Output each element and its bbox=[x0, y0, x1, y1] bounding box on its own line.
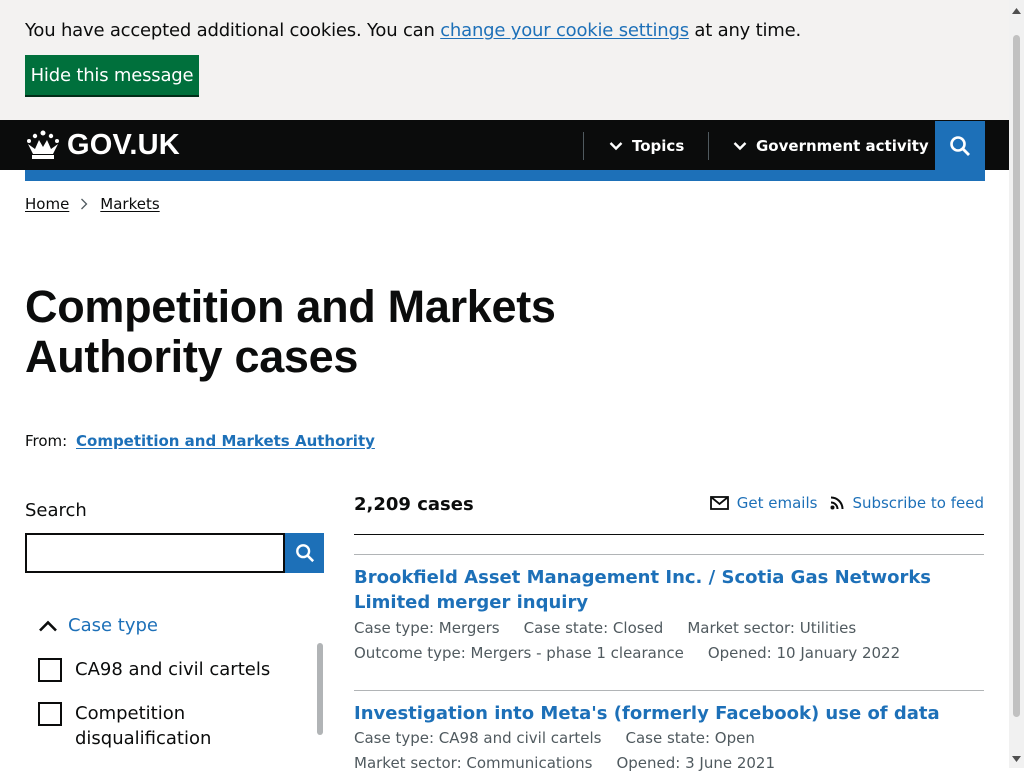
crown-icon bbox=[27, 130, 59, 159]
meta-case-type: Case type: Mergers bbox=[354, 619, 500, 637]
topics-menu-label: Topics bbox=[632, 137, 685, 155]
search-input[interactable] bbox=[25, 533, 285, 573]
breadcrumb-markets-link[interactable]: Markets bbox=[100, 195, 159, 213]
nav-divider bbox=[708, 132, 709, 160]
breadcrumb: Home Markets bbox=[25, 195, 160, 213]
cookie-message-text-end: at any time. bbox=[688, 20, 802, 41]
organisation-link[interactable]: Competition and Markets Authority bbox=[76, 432, 375, 450]
cookie-message-text: You have accepted additional cookies. Yo… bbox=[25, 20, 441, 41]
scroll-down-arrow-icon[interactable] bbox=[1011, 753, 1022, 764]
cookie-message: You have accepted additional cookies. Yo… bbox=[25, 20, 801, 41]
government-activity-menu-button[interactable]: Government activity bbox=[733, 132, 929, 160]
cookie-banner: You have accepted additional cookies. Yo… bbox=[0, 0, 1009, 120]
site-header: GOV.UK Topics Government activity bbox=[0, 120, 1009, 170]
result-item: Brookfield Asset Management Inc. / Scoti… bbox=[354, 565, 984, 666]
case-type-facet-title: Case type bbox=[68, 615, 158, 636]
cookie-settings-link[interactable]: change your cookie settings bbox=[440, 20, 689, 41]
result-actions: Get emails Subscribe to feed bbox=[709, 494, 984, 512]
result-divider bbox=[354, 690, 984, 691]
from-label: From: bbox=[25, 432, 68, 450]
meta-opened: Opened: 3 June 2021 bbox=[616, 754, 776, 772]
meta-market-sector: Market sector: Communications bbox=[354, 754, 593, 772]
result-metadata: Case type: Mergers Case state: Closed Ma… bbox=[354, 616, 984, 666]
search-submit-button[interactable] bbox=[285, 533, 324, 573]
chevron-down-icon bbox=[733, 142, 747, 151]
meta-case-type: Case type: CA98 and civil cartels bbox=[354, 729, 602, 747]
meta-case-state: Case state: Closed bbox=[523, 619, 664, 637]
hide-cookie-message-button[interactable]: Hide this message bbox=[25, 55, 199, 95]
govuk-logo-link[interactable]: GOV.UK bbox=[25, 129, 180, 161]
subscribe-to-feed-link[interactable]: Subscribe to feed bbox=[852, 494, 984, 512]
search-icon bbox=[950, 135, 970, 156]
scroll-up-arrow-icon[interactable] bbox=[1011, 5, 1022, 16]
search-icon bbox=[295, 544, 314, 563]
header-search-button[interactable] bbox=[935, 121, 985, 170]
chevron-right-icon bbox=[81, 198, 88, 210]
checkbox[interactable] bbox=[38, 658, 62, 682]
govuk-logo-text: GOV.UK bbox=[67, 128, 180, 161]
chevron-down-icon bbox=[609, 142, 623, 151]
header-blue-bar bbox=[25, 170, 985, 181]
facet-option-label: CA98 and civil cartels bbox=[75, 659, 271, 680]
result-count: 2,209 cases bbox=[354, 494, 474, 515]
from-organisation: From: Competition and Markets Authority bbox=[25, 432, 375, 450]
nav-divider bbox=[583, 132, 584, 160]
result-metadata: Case type: CA98 and civil cartels Case s… bbox=[354, 726, 984, 776]
government-activity-menu-label: Government activity bbox=[756, 137, 929, 155]
result-divider bbox=[354, 554, 984, 555]
meta-case-state: Case state: Open bbox=[625, 729, 755, 747]
page-scrollbar-thumb[interactable] bbox=[1013, 35, 1020, 717]
get-emails-link[interactable]: Get emails bbox=[737, 494, 818, 512]
breadcrumb-home-link[interactable]: Home bbox=[25, 195, 69, 213]
facet-option-label: Competition disqualification bbox=[75, 703, 212, 749]
case-type-facet-toggle[interactable]: Case type bbox=[38, 615, 158, 636]
chevron-up-icon bbox=[39, 620, 57, 631]
result-title-link[interactable]: Brookfield Asset Management Inc. / Scoti… bbox=[354, 567, 931, 613]
result-title-link[interactable]: Investigation into Meta's (formerly Face… bbox=[354, 703, 940, 724]
email-icon bbox=[709, 496, 729, 510]
rss-feed-icon bbox=[830, 496, 844, 510]
checkbox[interactable] bbox=[38, 702, 62, 726]
topics-menu-button[interactable]: Topics bbox=[609, 132, 684, 160]
facet-scrollbar[interactable] bbox=[317, 643, 323, 735]
facet-option-competition-disqualification[interactable]: Competition disqualification bbox=[38, 701, 258, 751]
search-label: Search bbox=[25, 500, 87, 521]
page-title: Competition and Markets Authority cases bbox=[25, 281, 556, 382]
facet-option-ca98[interactable]: CA98 and civil cartels bbox=[38, 657, 298, 682]
meta-outcome-type: Outcome type: Mergers - phase 1 clearanc… bbox=[354, 644, 684, 662]
results-divider bbox=[354, 534, 984, 535]
meta-market-sector: Market sector: Utilities bbox=[687, 619, 857, 637]
meta-opened: Opened: 10 January 2022 bbox=[707, 644, 901, 662]
result-item: Investigation into Meta's (formerly Face… bbox=[354, 701, 984, 776]
